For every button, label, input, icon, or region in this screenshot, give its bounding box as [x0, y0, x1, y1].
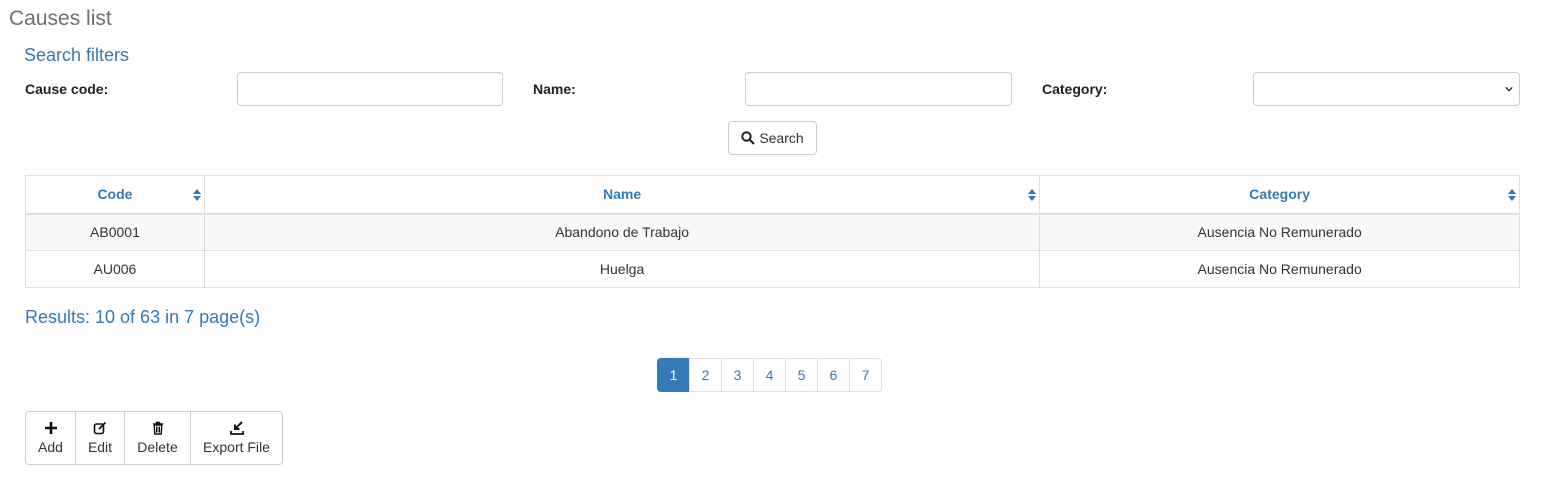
cell-code: AU006 — [25, 250, 205, 288]
page-link-3[interactable]: 3 — [721, 358, 754, 392]
page-link-5[interactable]: 5 — [785, 358, 818, 392]
page-link-6[interactable]: 6 — [817, 358, 850, 392]
add-button[interactable]: Add — [26, 412, 76, 464]
page-link-2[interactable]: 2 — [689, 358, 722, 392]
column-header-name[interactable]: Name — [203, 175, 1041, 215]
delete-button[interactable]: Delete — [125, 412, 191, 464]
action-toolbar: Add Edit Delete Export File — [25, 411, 283, 465]
delete-button-label: Delete — [137, 439, 178, 455]
results-summary: Results: 10 of 63 in 7 page(s) — [25, 307, 261, 327]
plus-icon — [44, 422, 57, 434]
table-row[interactable]: AU006 Huelga Ausencia No Remunerado — [25, 250, 1520, 288]
export-icon — [229, 421, 244, 435]
column-header-category[interactable]: Category — [1039, 175, 1520, 215]
export-file-button-label: Export File — [203, 439, 270, 455]
page-link-7[interactable]: 7 — [849, 358, 882, 392]
add-button-label: Add — [38, 439, 63, 455]
category-label: Category: — [1042, 81, 1108, 97]
edit-button-label: Edit — [87, 439, 113, 455]
cell-category: Ausencia No Remunerado — [1039, 213, 1520, 251]
search-button-label: Search — [759, 130, 804, 146]
sort-icon — [1508, 189, 1516, 201]
name-label: Name: — [533, 81, 576, 97]
causes-table: Code Name Category AB0001 Abandono de Tr… — [25, 175, 1520, 288]
sort-icon — [192, 189, 201, 201]
export-file-button[interactable]: Export File — [191, 412, 282, 464]
cell-category: Ausencia No Remunerado — [1039, 250, 1520, 288]
cell-name: Abandono de Trabajo — [203, 213, 1041, 251]
cause-code-input[interactable] — [237, 72, 503, 106]
edit-button[interactable]: Edit — [76, 412, 125, 464]
search-icon — [741, 131, 756, 145]
search-filters-title: Search filters — [24, 45, 130, 65]
pagination: 1 2 3 4 5 6 7 — [657, 358, 882, 392]
page-link-4[interactable]: 4 — [753, 358, 786, 392]
edit-icon — [93, 421, 107, 435]
page-link-1[interactable]: 1 — [657, 358, 690, 392]
table-row[interactable]: AB0001 Abandono de Trabajo Ausencia No R… — [25, 213, 1520, 251]
chevron-down-icon — [1505, 86, 1513, 92]
page-title: Causes list — [9, 7, 112, 30]
cell-name: Huelga — [203, 250, 1041, 288]
trash-icon — [152, 421, 163, 435]
cause-code-label: Cause code: — [25, 81, 109, 97]
cell-code: AB0001 — [25, 213, 205, 251]
column-header-code[interactable]: Code — [25, 175, 205, 215]
name-input[interactable] — [745, 72, 1012, 106]
category-select[interactable] — [1253, 72, 1520, 106]
search-button[interactable]: Search — [728, 121, 817, 155]
sort-icon — [1028, 189, 1037, 201]
